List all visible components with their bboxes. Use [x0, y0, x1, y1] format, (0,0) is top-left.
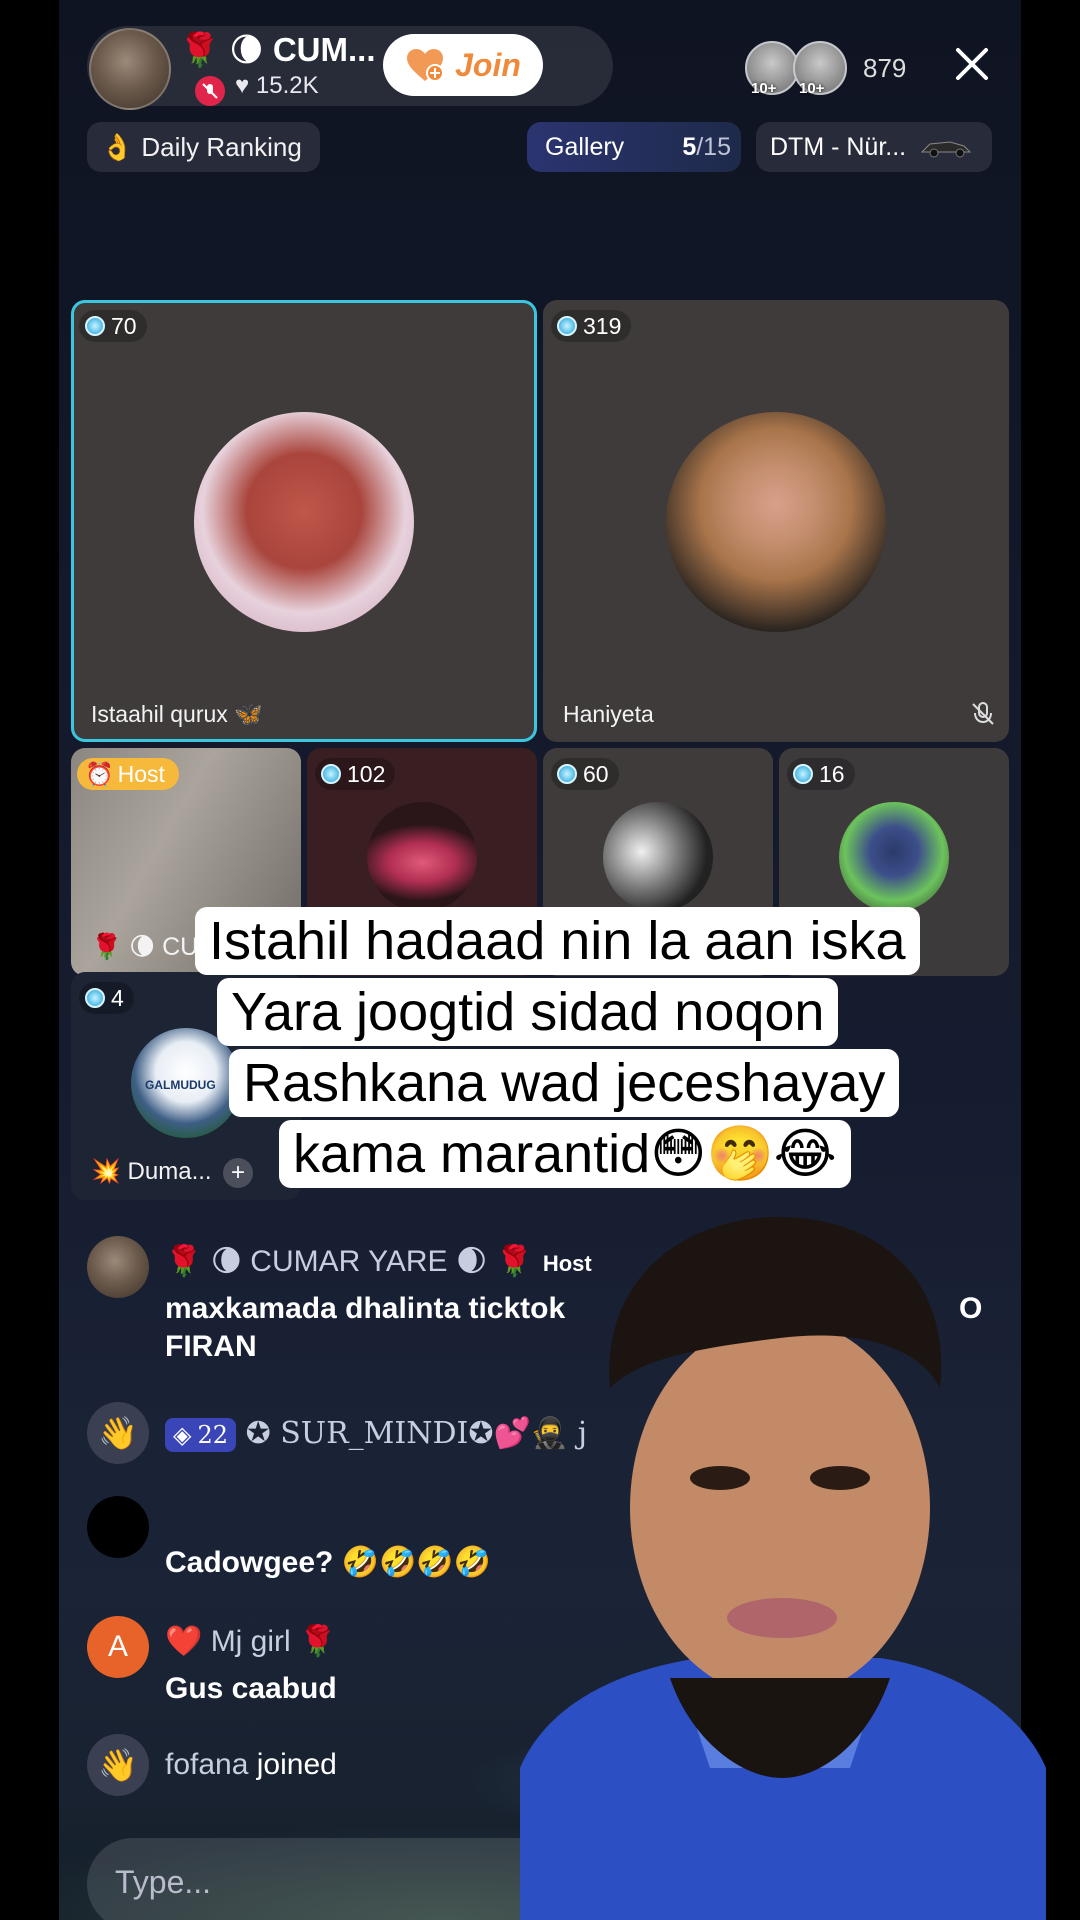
presenter-overlay [520, 1216, 1046, 1920]
daily-ranking-label: Daily Ranking [141, 131, 302, 162]
comment-input[interactable]: Type... [87, 1838, 587, 1920]
caption-line-2: Yara joogtid sidad noqon [217, 978, 839, 1046]
score-badge: 60 [551, 758, 619, 790]
chat-message: maxkamada dhalinta ticktok O FIRAN [165, 1292, 983, 1363]
guest-tile[interactable]: 319 Haniyeta [543, 300, 1009, 742]
chat-message: Gus caabud [165, 1672, 337, 1705]
top-viewers[interactable]: 10+ 10+ 879 [745, 40, 906, 97]
gem-icon [321, 764, 341, 784]
close-icon[interactable] [952, 44, 992, 84]
add-icon[interactable]: + [223, 1158, 253, 1188]
guest-name: Haniyeta [563, 701, 654, 727]
guest-name: Istaahil qurux 🦋 [91, 701, 263, 727]
diamond-icon: ◈ [173, 1421, 192, 1449]
join-label: Join [455, 46, 521, 83]
viewer-avatar[interactable]: 10+ [793, 41, 847, 97]
gem-icon [85, 988, 105, 1008]
score-badge: 16 [787, 758, 855, 790]
score-badge: 70 [79, 310, 147, 342]
gem-icon [557, 764, 577, 784]
thumbs-up-icon: 👌 [101, 131, 134, 162]
gem-icon [793, 764, 813, 784]
caption-line-1: Istahil hadaad nin la aan iska [195, 907, 920, 975]
chat-message: Cadowgee? 🤣🤣🤣🤣 [165, 1546, 492, 1579]
host-tile-name: 🌹 🌘 CU [91, 933, 199, 961]
level-badge: ◈ 22 [165, 1418, 237, 1452]
host-likes: ♥ 15.2K [235, 72, 319, 100]
gem-icon [85, 316, 105, 336]
gallery-label: Gallery [545, 132, 625, 161]
event-button[interactable]: DTM - Nür... [756, 122, 992, 172]
guest-avatar[interactable] [194, 412, 414, 632]
gallery-count: 5/15 [682, 132, 731, 161]
score-badge: 102 [315, 758, 396, 790]
heart-icon: ♥ [235, 72, 250, 99]
caption-line-3: Rashkana wad jeceshayay [229, 1049, 900, 1117]
event-label: DTM - Nür... [770, 132, 907, 161]
guest-avatar[interactable] [666, 412, 886, 632]
score-badge: 4 [79, 982, 134, 1014]
score-badge: 319 [551, 310, 632, 342]
wave-icon: 👋 [87, 1402, 149, 1464]
chat-avatar[interactable] [87, 1496, 149, 1558]
guest-tile[interactable]: 70 Istaahil qurux 🦋 [71, 300, 537, 742]
chat-username[interactable]: ❤️ Mj girl 🌹 [165, 1624, 336, 1659]
chat-avatar[interactable]: A [87, 1616, 149, 1678]
heart-plus-icon [407, 49, 445, 82]
wave-icon: 👋 [87, 1734, 149, 1796]
host-alarm-icon: ⏰ [85, 760, 114, 787]
viewer-count[interactable]: 879 [863, 53, 906, 84]
guest-avatar[interactable] [839, 802, 949, 912]
gem-icon [557, 316, 577, 336]
host-avatar[interactable] [89, 28, 171, 110]
mic-off-icon [972, 702, 994, 725]
caption-line-4: kama marantid😳🤭😂 [279, 1120, 851, 1188]
guest-avatar[interactable] [603, 802, 713, 912]
likes-count: 15.2K [255, 72, 319, 99]
join-button[interactable]: Join [383, 34, 543, 96]
join-notice: fofana joined [165, 1748, 337, 1781]
daily-ranking-button[interactable]: 👌 Daily Ranking [87, 122, 320, 172]
viewer-avatar[interactable]: 10+ [745, 41, 799, 97]
gallery-button[interactable]: Gallery 5/15 [527, 122, 741, 172]
mic-muted-icon [195, 76, 225, 106]
chat-avatar[interactable] [87, 1236, 149, 1298]
guest-avatar[interactable] [367, 802, 477, 912]
race-car-icon [920, 141, 972, 158]
host-name: 🌹 🌘 CUM... [179, 31, 376, 68]
host-tag: ⏰ Host [77, 758, 179, 790]
guest-name: 💥 Duma... [91, 1158, 212, 1185]
